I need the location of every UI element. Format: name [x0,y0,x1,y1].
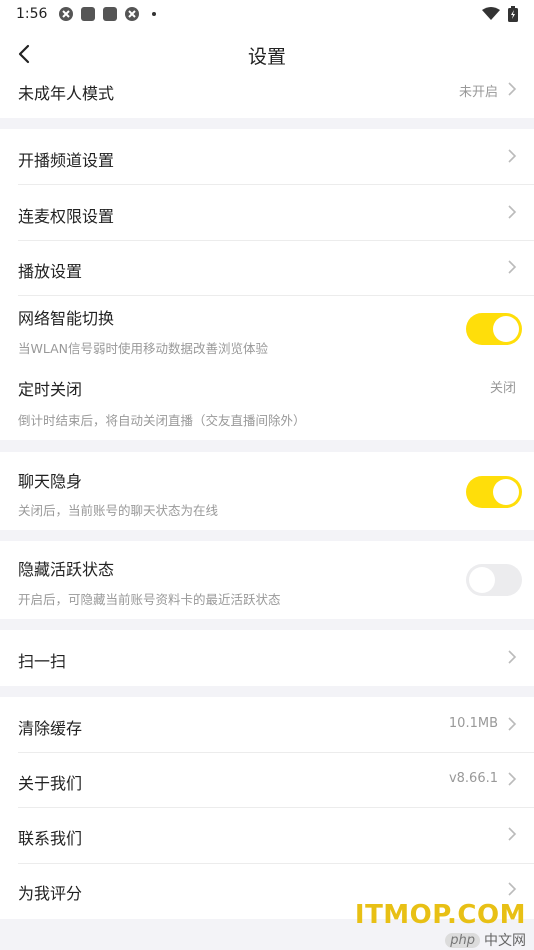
about-us-row[interactable]: 关于我们 v8.66.1 [0,753,534,808]
network-switch-label: 网络智能切换 [18,309,115,328]
watermark-cn-text: 中文网 [484,933,526,949]
hide-active-row: 隐藏活跃状态 开启后，可隐藏当前账号资料卡的最近活跃状态 [0,541,534,619]
page-title: 设置 [247,46,286,68]
playback-settings-row[interactable]: 播放设置 [0,241,534,296]
settings-group-live: 开播频道设置 连麦权限设置 播放设置 网络智能切换 当WLAN信号弱时使用移动数… [0,129,534,440]
mic-permission-row[interactable]: 连麦权限设置 [0,185,534,241]
hide-active-toggle[interactable] [466,564,522,596]
version-value: v8.66.1 [448,771,498,786]
clear-cache-label: 清除缓存 [18,719,83,738]
toggle-knob [469,567,495,593]
channel-settings-row[interactable]: 开播频道设置 [0,129,534,185]
minor-mode-row[interactable]: 未成年人模式 未开启 [0,78,534,118]
status-bar: 1:56 [0,0,534,30]
chevron-right-icon [508,717,517,731]
system-icons [482,6,518,22]
channel-settings-label: 开播频道设置 [18,151,115,170]
minor-mode-value: 未开启 [458,85,498,100]
more-notifications-dot [152,12,156,16]
watermark-text: ITMOP.COM [354,900,526,930]
toggle-knob [493,316,519,342]
chevron-right-icon [508,149,517,163]
timer-close-value: 关闭 [489,381,516,396]
watermark-php-badge: php [445,932,480,948]
hide-active-desc: 开启后，可隐藏当前账号资料卡的最近活跃状态 [18,592,281,607]
network-switch-row: 网络智能切换 当WLAN信号弱时使用移动数据改善浏览体验 [0,296,534,366]
app-notification-icon [81,7,95,21]
app-notification-icon [103,7,117,21]
network-switch-toggle[interactable] [466,313,522,345]
watermark: ITMOP.COM php 中文网 [355,900,526,950]
nav-bar: 设置 [0,30,534,78]
minor-mode-label: 未成年人模式 [18,84,115,103]
toggle-knob [493,479,519,505]
chevron-right-icon [508,772,517,786]
chat-invisible-label: 聊天隐身 [18,472,83,491]
clear-cache-row[interactable]: 清除缓存 10.1MB [0,697,534,752]
hide-active-label: 隐藏活跃状态 [18,560,115,579]
scan-label: 扫一扫 [18,652,67,671]
chat-invisible-row: 聊天隐身 关闭后，当前账号的聊天状态为在线 [0,452,534,530]
status-time: 1:56 [16,6,48,22]
about-us-label: 关于我们 [18,774,83,793]
chat-invisible-desc: 关闭后，当前账号的聊天状态为在线 [18,503,219,518]
settings-group-about: 清除缓存 10.1MB 关于我们 v8.66.1 联系我们 为我评分 [0,697,534,919]
battery-icon [508,6,518,22]
notification-icons [58,6,156,22]
chevron-right-icon [508,205,517,219]
chat-invisible-toggle[interactable] [466,476,522,508]
scan-row[interactable]: 扫一扫 [0,630,534,686]
mic-permission-label: 连麦权限设置 [18,207,115,226]
playback-settings-label: 播放设置 [18,262,83,281]
app-notification-icon [125,7,139,21]
rate-us-label: 为我评分 [18,884,83,903]
timer-close-label: 定时关闭 [18,380,83,399]
chevron-right-icon [508,882,517,896]
contact-us-row[interactable]: 联系我们 [0,808,534,863]
app-notification-icon [59,7,73,21]
contact-us-label: 联系我们 [18,829,83,848]
network-switch-desc: 当WLAN信号弱时使用移动数据改善浏览体验 [18,341,269,356]
timer-close-row[interactable]: 定时关闭 关闭 倒计时结束后，将自动关闭直播（交友直播间除外） [0,366,534,440]
chevron-right-icon [508,260,517,274]
chevron-right-icon [508,82,517,96]
timer-close-desc: 倒计时结束后，将自动关闭直播（交友直播间除外） [18,413,306,428]
chevron-right-icon [508,650,517,664]
cache-size-value: 10.1MB [448,716,498,731]
wifi-icon [482,7,500,20]
chevron-right-icon [508,827,517,841]
